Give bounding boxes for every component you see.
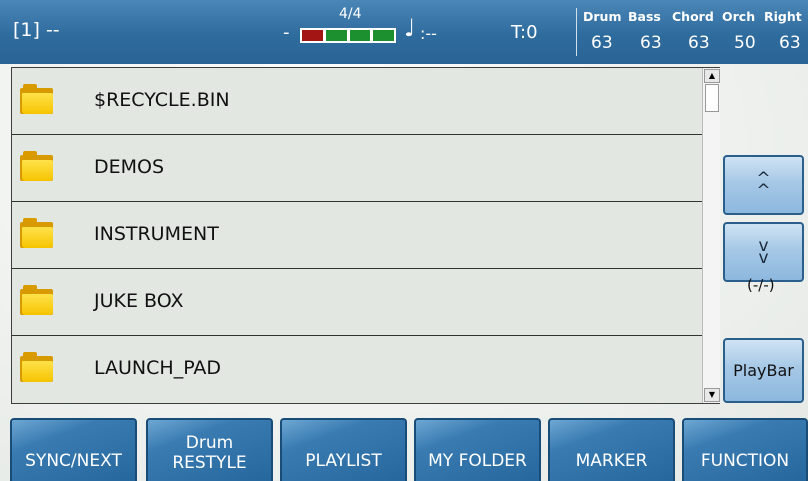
playlist-button[interactable]: PLAYLIST: [280, 418, 407, 481]
list-item[interactable]: LAUNCH_PAD: [12, 336, 702, 403]
orch-volume-label: Orch: [722, 9, 756, 24]
function-label: FUNCTION: [700, 451, 790, 471]
drum-restyle-button[interactable]: Drum RESTYLE: [146, 418, 273, 481]
page-down-button[interactable]: vv: [723, 222, 804, 282]
list-item-label: LAUNCH_PAD: [94, 357, 222, 379]
playbar-button[interactable]: PlayBar: [723, 338, 804, 403]
scroll-up-arrow-icon[interactable]: ▲: [704, 69, 720, 83]
beat-2: [325, 30, 347, 41]
double-chevron-down-icon: vv: [758, 236, 769, 268]
divider: [576, 8, 577, 56]
list-item[interactable]: $RECYCLE.BIN: [12, 68, 702, 135]
scroll-down-arrow-icon[interactable]: ▼: [704, 388, 720, 402]
beat-3: [349, 30, 371, 41]
right-volume-label: Right: [764, 9, 802, 24]
list-item-label: $RECYCLE.BIN: [94, 89, 230, 111]
sync-next-button[interactable]: SYNC/NEXT: [10, 418, 137, 481]
drum-restyle-label-top: Drum: [185, 433, 234, 453]
beat-4: [373, 30, 394, 41]
folder-icon: [20, 218, 53, 248]
playbar-label: PlayBar: [733, 361, 794, 380]
song-slot-label[interactable]: [1] --: [13, 19, 60, 41]
note-value: :--: [420, 24, 437, 43]
page-up-button[interactable]: ^ ^: [723, 155, 804, 215]
beat-1: [302, 30, 323, 41]
drum-volume-label: Drum: [583, 9, 622, 24]
double-chevron-up-icon: ^ ^: [756, 169, 771, 201]
tempo-indicator: -: [283, 22, 290, 43]
bass-volume-label: Bass: [628, 9, 661, 24]
chord-volume-value[interactable]: 63: [688, 33, 710, 53]
scroll-thumb[interactable]: [705, 84, 719, 112]
time-signature: 4/4: [339, 6, 362, 22]
function-button[interactable]: FUNCTION: [682, 418, 808, 481]
list-item[interactable]: DEMOS: [12, 135, 702, 202]
my-folder-label: MY FOLDER: [428, 451, 527, 471]
file-list: $RECYCLE.BIN DEMOS INSTRUMENT JUKE BOX L…: [11, 67, 720, 404]
list-item[interactable]: JUKE BOX: [12, 269, 702, 336]
list-item[interactable]: INSTRUMENT: [12, 202, 702, 269]
right-volume-value[interactable]: 63: [779, 33, 801, 53]
beat-meter: [300, 28, 396, 43]
my-folder-button[interactable]: MY FOLDER: [414, 418, 541, 481]
folder-icon: [20, 84, 53, 114]
drum-restyle-label: RESTYLE: [172, 453, 247, 473]
orch-volume-value[interactable]: 50: [734, 33, 756, 53]
list-scrollbar[interactable]: ▲ ▼: [702, 68, 720, 403]
list-item-label: INSTRUMENT: [94, 223, 219, 245]
drum-volume-value[interactable]: 63: [591, 33, 613, 53]
sync-next-label: SYNC/NEXT: [25, 451, 122, 471]
playlist-label: PLAYLIST: [305, 451, 382, 471]
folder-icon: [20, 151, 53, 181]
transpose-value[interactable]: T:0: [511, 22, 538, 43]
marker-button[interactable]: MARKER: [548, 418, 675, 481]
chord-volume-label: Chord: [672, 9, 714, 24]
status-bar: [1] -- - 4/4 ♩ :-- T:0 Drum Bass Chord O…: [0, 0, 808, 64]
bass-volume-value[interactable]: 63: [640, 33, 662, 53]
folder-icon: [20, 352, 53, 382]
page-indicator: (-/-): [747, 276, 775, 294]
quarter-note-icon: ♩: [404, 14, 416, 42]
folder-icon: [20, 285, 53, 315]
list-item-label: JUKE BOX: [94, 290, 184, 312]
marker-label: MARKER: [575, 451, 648, 471]
list-item-label: DEMOS: [94, 156, 165, 178]
